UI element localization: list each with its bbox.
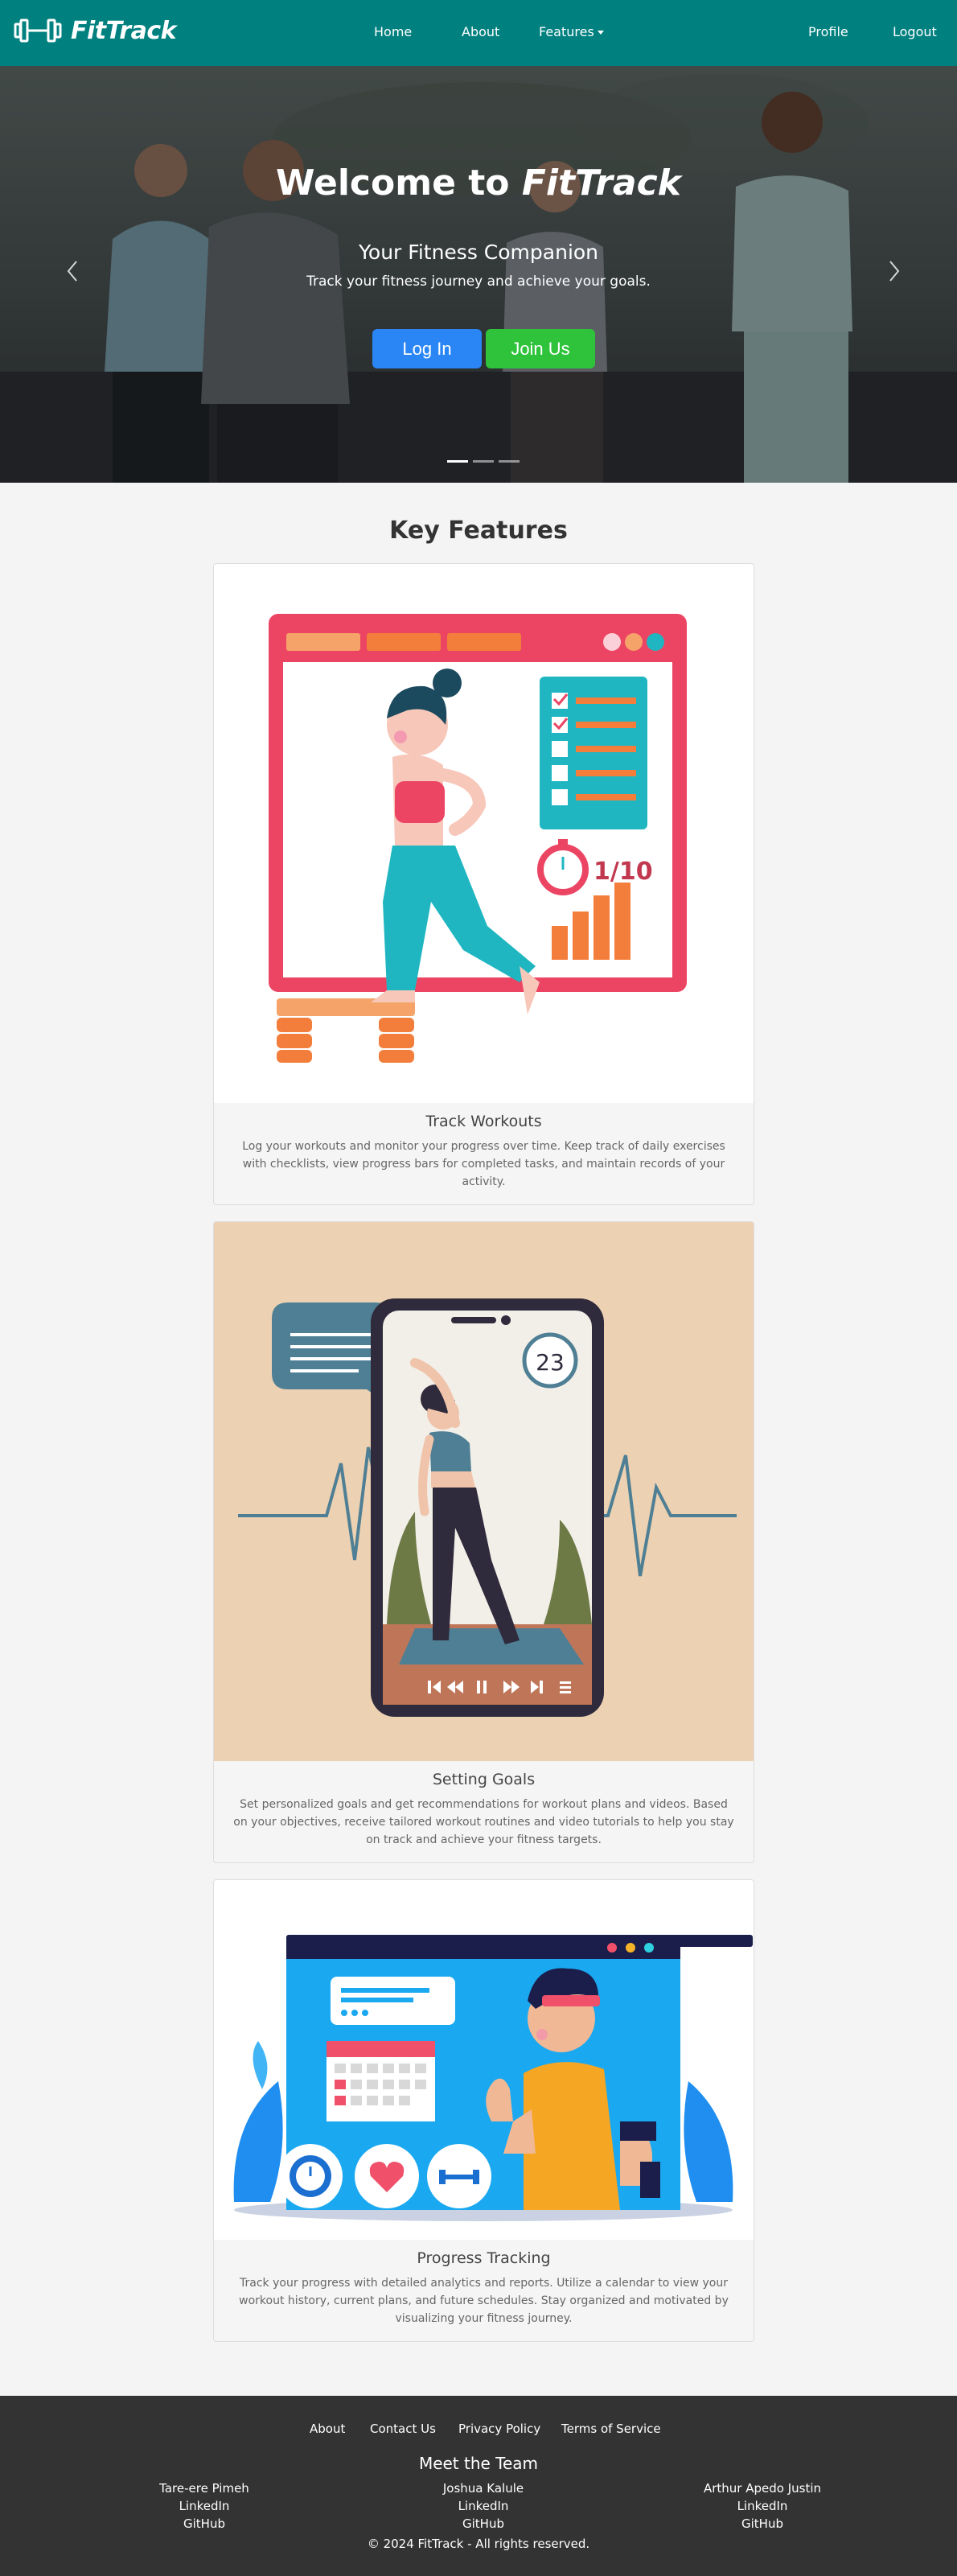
team-member: Tare-ere Pimeh LinkedIn GitHub bbox=[84, 2479, 325, 2533]
team-member-linkedin-link[interactable]: LinkedIn bbox=[737, 2499, 788, 2513]
feature-card-text-line: visualizing your fitness journey. bbox=[395, 2312, 573, 2325]
carousel-prev-icon[interactable] bbox=[64, 259, 80, 283]
feature-card-text-line: workout history, current plans, and futu… bbox=[239, 2294, 729, 2307]
footer-link-terms[interactable]: Terms of Service bbox=[561, 2422, 661, 2436]
brand-logo[interactable]: FitTrack bbox=[13, 16, 177, 45]
feature-card-progress-tracking: Progress Tracking Track your progress wi… bbox=[213, 1879, 754, 2342]
hero-subtitle: Your Fitness Companion bbox=[358, 241, 599, 264]
carousel-indicator[interactable] bbox=[473, 460, 494, 463]
feature-card-text: Track your progress with detailed analyt… bbox=[230, 2274, 737, 2327]
hero-tagline: Track your fitness journey and achieve y… bbox=[306, 274, 651, 290]
timer-text: 23 bbox=[536, 1349, 565, 1376]
feature-card-text: Set personalized goals and get recommend… bbox=[230, 1796, 737, 1849]
feature-card-text-line: Set personalized goals and get recommend… bbox=[240, 1798, 728, 1811]
nav-features-dropdown[interactable]: Features bbox=[539, 24, 604, 39]
feature-card-text: Log your workouts and monitor your progr… bbox=[230, 1138, 737, 1191]
progress-tracking-illustration bbox=[214, 1880, 754, 2240]
team-member-name: Joshua Kalule bbox=[442, 2481, 524, 2496]
carousel-next-icon[interactable] bbox=[886, 259, 902, 283]
login-button[interactable]: Log In bbox=[372, 329, 482, 368]
workout-counter-text: 1/10 bbox=[594, 858, 653, 886]
footer-link-contact[interactable]: Contact Us bbox=[370, 2422, 436, 2436]
footer-link-privacy[interactable]: Privacy Policy bbox=[458, 2422, 540, 2436]
feature-card-text-line: activity. bbox=[462, 1175, 506, 1188]
dumbbell-icon bbox=[14, 19, 62, 43]
footer: About Contact Us Privacy Policy Terms of… bbox=[0, 2396, 957, 2576]
feature-card-setting-goals: 23 Setting Goals Set personalized goals … bbox=[213, 1221, 754, 1863]
team-member-github-link[interactable]: GitHub bbox=[741, 2516, 783, 2531]
feature-card-text-line: with checklists, view progress bars for … bbox=[242, 1158, 725, 1171]
team-member-github-link[interactable]: GitHub bbox=[183, 2516, 225, 2531]
carousel-indicator[interactable] bbox=[499, 460, 520, 463]
carousel-indicators bbox=[447, 460, 520, 463]
team-member: Arthur Apedo Justin LinkedIn GitHub bbox=[642, 2479, 883, 2533]
team-member-name: Arthur Apedo Justin bbox=[703, 2481, 822, 2496]
feature-card-title: Progress Tracking bbox=[417, 2249, 551, 2267]
hero-carousel: Welcome to FitTrack Your Fitness Compani… bbox=[0, 66, 957, 483]
feature-card-text-line: Track your progress with detailed analyt… bbox=[240, 2277, 728, 2290]
team-member-linkedin-link[interactable]: LinkedIn bbox=[458, 2499, 509, 2513]
feature-card-text-line: Log your workouts and monitor your progr… bbox=[242, 1140, 725, 1153]
hero-title-prefix: Welcome to bbox=[276, 163, 510, 204]
nav-home[interactable]: Home bbox=[374, 24, 412, 39]
feature-card-title: Track Workouts bbox=[425, 1113, 542, 1130]
feature-card-track-workouts: 1/10 Track Workouts Log your workouts an… bbox=[213, 563, 754, 1205]
carousel-indicator[interactable] bbox=[447, 460, 468, 463]
team-member-name: Tare-ere Pimeh bbox=[159, 2481, 249, 2496]
team-title: Meet the Team bbox=[418, 2454, 539, 2473]
team-member-linkedin-link[interactable]: LinkedIn bbox=[179, 2499, 230, 2513]
join-button[interactable]: Join Us bbox=[486, 329, 595, 368]
hero-title-brand: FitTrack bbox=[521, 163, 681, 204]
nav-about[interactable]: About bbox=[462, 24, 499, 39]
setting-goals-illustration: 23 bbox=[214, 1222, 754, 1761]
track-workouts-illustration: 1/10 bbox=[214, 564, 754, 1103]
feature-card-text-line: on your objectives, receive tailored wor… bbox=[233, 1816, 734, 1829]
hero-title: Welcome to FitTrack bbox=[0, 163, 957, 204]
nav-profile[interactable]: Profile bbox=[808, 24, 848, 39]
copyright: © 2024 FitTrack - All rights reserved. bbox=[367, 2537, 590, 2551]
team-member: Joshua Kalule LinkedIn GitHub bbox=[363, 2479, 604, 2533]
navbar: FitTrack Home About Features Profile Log… bbox=[0, 0, 957, 66]
footer-link-about[interactable]: About bbox=[310, 2422, 345, 2436]
caret-down-icon bbox=[597, 31, 604, 35]
nav-features-label: Features bbox=[539, 24, 594, 39]
nav-logout[interactable]: Logout bbox=[893, 24, 937, 39]
features-title: Key Features bbox=[389, 516, 568, 545]
brand-name: FitTrack bbox=[71, 16, 177, 45]
feature-card-title: Setting Goals bbox=[432, 1771, 536, 1788]
team-member-github-link[interactable]: GitHub bbox=[462, 2516, 504, 2531]
feature-card-text-line: on track and achieve your fitness target… bbox=[366, 1833, 602, 1846]
